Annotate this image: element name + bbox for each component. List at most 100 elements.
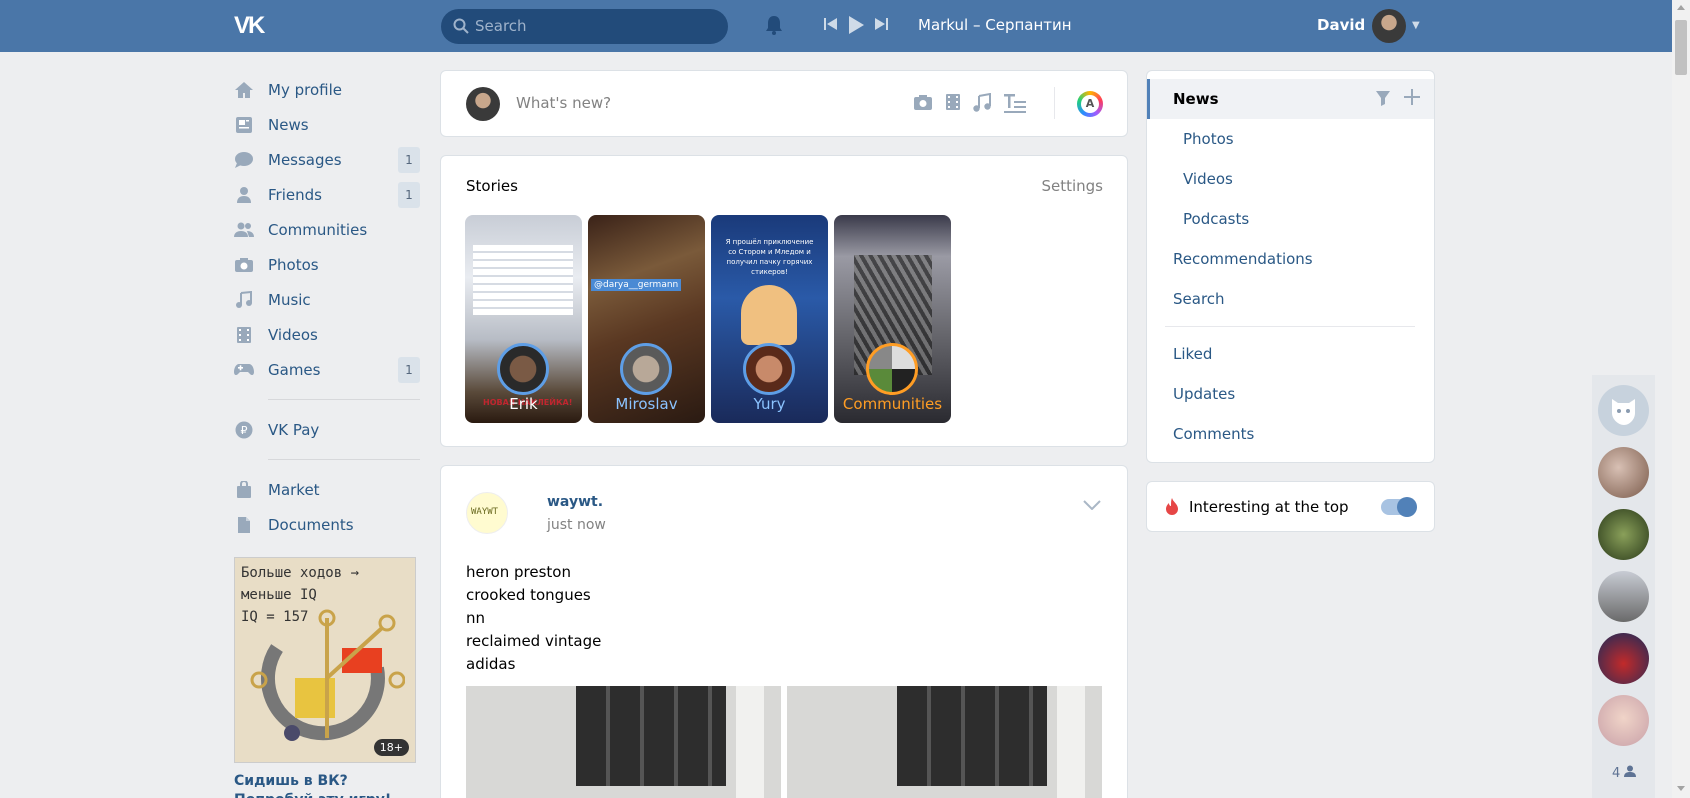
play-icon[interactable] xyxy=(847,15,865,35)
menu-item-news[interactable]: News xyxy=(234,107,420,142)
attach-music-icon[interactable] xyxy=(973,93,991,113)
story-card[interactable]: НОВАЯ НАКЛЕЙКА! Erik xyxy=(465,215,582,423)
rnav-item-recommendations[interactable]: Recommendations xyxy=(1173,250,1313,268)
menu-label: Friends xyxy=(268,185,322,204)
person-icon xyxy=(1624,765,1637,777)
menu-item-videos[interactable]: Videos xyxy=(234,317,420,352)
vkpay-icon: ₽ xyxy=(234,420,254,440)
menu-item-photos[interactable]: Photos xyxy=(234,247,420,282)
rnav-item-comments[interactable]: Comments xyxy=(1173,425,1254,443)
friends-icon xyxy=(234,185,254,205)
search-input[interactable]: Search xyxy=(441,9,728,44)
scroll-down-arrow-icon[interactable] xyxy=(1677,786,1685,791)
user-avatar-small[interactable] xyxy=(466,87,500,121)
notifications-bell-icon[interactable] xyxy=(763,14,785,36)
story-name: Yury xyxy=(753,395,786,413)
previous-track-icon[interactable] xyxy=(823,15,839,33)
video-icon xyxy=(234,325,254,345)
post-text-line: nn xyxy=(466,609,486,627)
menu-item-friends[interactable]: Friends 1 xyxy=(234,177,420,212)
age-rating-badge: 18+ xyxy=(373,739,409,756)
search-icon xyxy=(453,18,469,34)
menu-item-documents[interactable]: Documents xyxy=(234,507,420,542)
attach-tools xyxy=(913,93,1027,113)
friends-count-badge: 1 xyxy=(398,182,420,208)
rnav-item-updates[interactable]: Updates xyxy=(1173,385,1235,403)
bot-avatar[interactable] xyxy=(1598,385,1649,436)
page-scrollbar[interactable] xyxy=(1672,0,1690,798)
menu-label: Games xyxy=(268,360,321,379)
story-name: Miroslav xyxy=(615,395,678,413)
rnav-item-podcasts[interactable]: Podcasts xyxy=(1183,210,1249,228)
rnav-item-videos[interactable]: Videos xyxy=(1183,170,1233,188)
menu-item-market[interactable]: Market xyxy=(234,472,420,507)
plus-icon[interactable] xyxy=(1403,88,1421,106)
friend-avatar[interactable] xyxy=(1598,509,1649,560)
attach-video-icon[interactable] xyxy=(945,93,961,111)
chevron-down-icon[interactable] xyxy=(1083,500,1101,510)
rnav-item-news[interactable]: News xyxy=(1173,90,1219,108)
rnav-item-photos[interactable]: Photos xyxy=(1183,130,1234,148)
story-caption: Я прошёл приключение со Стором и Мледом … xyxy=(725,238,814,276)
interesting-toggle[interactable] xyxy=(1381,497,1417,517)
post-photo[interactable] xyxy=(466,686,781,798)
attach-article-icon[interactable] xyxy=(1003,93,1027,113)
menu-item-communities[interactable]: Communities xyxy=(234,212,420,247)
menu-label: Documents xyxy=(268,515,354,534)
music-icon xyxy=(234,290,254,310)
menu-label: Communities xyxy=(268,220,368,239)
post-timestamp[interactable]: just now xyxy=(547,517,606,533)
story-preview-image xyxy=(473,245,573,315)
friend-avatar[interactable] xyxy=(1598,571,1649,622)
story-avatar xyxy=(497,343,549,395)
friend-avatar[interactable] xyxy=(1598,695,1649,746)
online-count-value: 4 xyxy=(1612,766,1621,781)
friend-avatar[interactable] xyxy=(1598,633,1649,684)
home-icon xyxy=(234,80,254,100)
menu-item-messages[interactable]: Messages 1 xyxy=(234,142,420,177)
now-playing-title[interactable]: Markul – Серпантин xyxy=(918,16,1072,34)
menu-label: My profile xyxy=(268,80,342,99)
camera-icon xyxy=(234,255,254,275)
puzzle-illustration xyxy=(250,609,405,741)
new-post-input[interactable]: What's new? xyxy=(516,94,611,112)
story-avatar xyxy=(866,343,918,395)
post-author-switch-button[interactable]: A xyxy=(1077,91,1103,117)
divider xyxy=(1165,326,1415,327)
menu-item-games[interactable]: Games 1 xyxy=(234,352,420,387)
chevron-down-icon[interactable]: ▼ xyxy=(1412,20,1420,31)
next-track-icon[interactable] xyxy=(873,15,889,33)
menu-label: Music xyxy=(268,290,311,309)
stories-settings-link[interactable]: Settings xyxy=(1041,177,1103,195)
rnav-item-liked[interactable]: Liked xyxy=(1173,345,1212,363)
online-friends-count[interactable]: 4 xyxy=(1612,765,1637,781)
menu-item-vkpay[interactable]: ₽ VK Pay xyxy=(234,412,420,447)
filter-icon[interactable] xyxy=(1375,90,1391,106)
ad-caption-link[interactable]: Сидишь в ВК? Попробуй эту игру! xyxy=(234,772,424,798)
story-name: Erik xyxy=(509,395,538,413)
menu-item-music[interactable]: Music xyxy=(234,282,420,317)
attach-photo-icon[interactable] xyxy=(913,93,933,111)
vk-logo[interactable]: VK xyxy=(234,12,276,39)
story-card[interactable]: Communities xyxy=(834,215,951,423)
scroll-up-arrow-icon[interactable] xyxy=(1677,5,1685,10)
scrollbar-thumb[interactable] xyxy=(1675,20,1687,75)
user-name[interactable]: David xyxy=(1317,16,1365,34)
game-ad-image[interactable]: Больше ходов → меньше IQ IQ = 157 18+ xyxy=(234,557,416,763)
menu-label: Photos xyxy=(268,255,319,274)
post-author-link[interactable]: waywt. xyxy=(547,494,603,510)
post-author-avatar[interactable]: WAYWT xyxy=(466,492,508,534)
news-filter-menu: News Photos Videos Podcasts Recommendati… xyxy=(1146,70,1435,463)
user-avatar[interactable] xyxy=(1372,9,1406,43)
new-post-box: What's new? A xyxy=(440,70,1128,137)
menu-divider xyxy=(268,399,420,400)
stories-block: Stories Settings НОВАЯ НАКЛЕЙКА! Erik @d… xyxy=(440,155,1128,447)
post-text: heron preston crooked tongues nn reclaim… xyxy=(466,561,601,676)
story-card[interactable]: @darya__germann Miroslav xyxy=(588,215,705,423)
friend-avatar[interactable] xyxy=(1598,447,1649,498)
rnav-item-search[interactable]: Search xyxy=(1173,290,1225,308)
story-card[interactable]: Я прошёл приключение со Стором и Мледом … xyxy=(711,215,828,423)
post-photo[interactable] xyxy=(787,686,1102,798)
menu-item-my-profile[interactable]: My profile xyxy=(234,72,420,107)
friends-online-bar: 4 xyxy=(1592,375,1655,798)
